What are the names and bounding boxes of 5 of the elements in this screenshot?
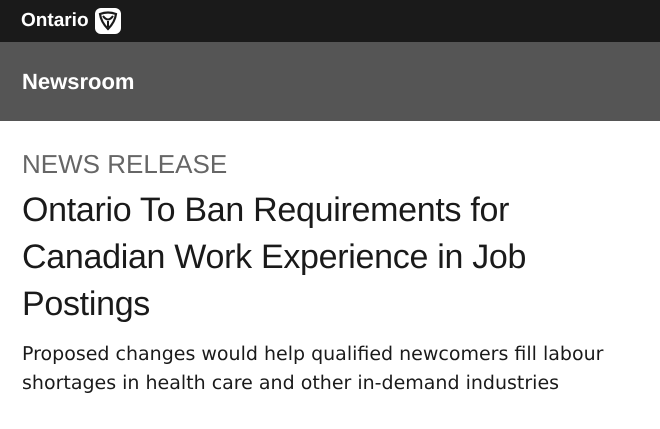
section-title[interactable]: Newsroom bbox=[22, 68, 134, 94]
summary: Proposed changes would help qualified newcomers fill labour shortages in health care and other in-demand industries bbox=[22, 342, 604, 396]
brand-name[interactable]: Ontario bbox=[21, 10, 89, 32]
headline: Ontario To Ban Requirements for Canadian Work Experience in Job Postings bbox=[22, 190, 528, 325]
news-release-label: NEWS RELEASE bbox=[22, 148, 228, 181]
